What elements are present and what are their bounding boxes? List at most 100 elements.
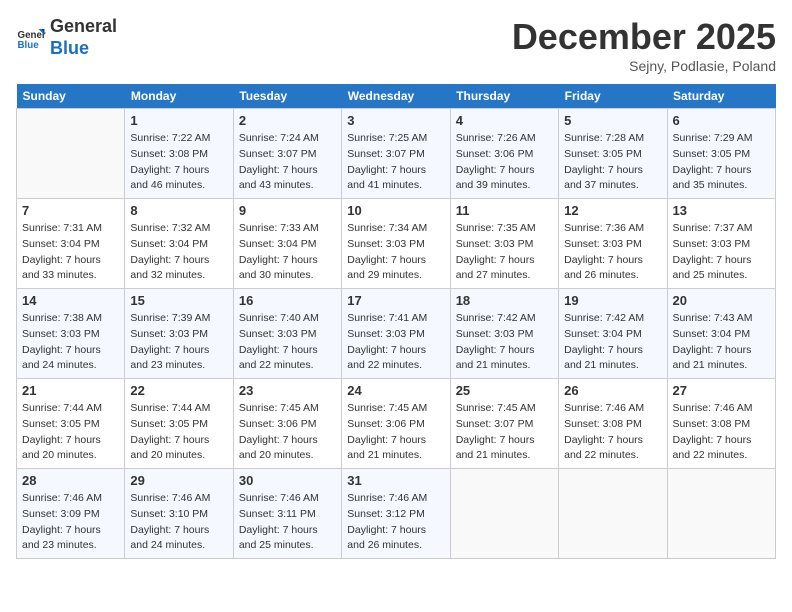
- header-cell-thursday: Thursday: [450, 84, 558, 109]
- calendar-cell: 19Sunrise: 7:42 AMSunset: 3:04 PMDayligh…: [559, 289, 667, 379]
- day-number: 3: [347, 113, 444, 128]
- header-cell-friday: Friday: [559, 84, 667, 109]
- day-info: Sunrise: 7:44 AMSunset: 3:05 PMDaylight:…: [22, 401, 119, 464]
- day-number: 2: [239, 113, 336, 128]
- day-number: 18: [456, 293, 553, 308]
- logo-text: General Blue: [50, 16, 117, 59]
- calendar-cell: 27Sunrise: 7:46 AMSunset: 3:08 PMDayligh…: [667, 379, 775, 469]
- day-info: Sunrise: 7:31 AMSunset: 3:04 PMDaylight:…: [22, 221, 119, 284]
- header-cell-wednesday: Wednesday: [342, 84, 450, 109]
- calendar-cell: 12 Sunrise: 7:36 AMSunset: 3:03 PMDayligh…: [559, 199, 667, 289]
- day-info: Sunrise: 7:46 AMSunset: 3:10 PMDaylight:…: [130, 491, 227, 554]
- day-number: 12: [564, 203, 661, 218]
- calendar-cell: 28 Sunrise: 7:46 AMSunset: 3:09 PMDayligh…: [17, 469, 125, 559]
- header-cell-monday: Monday: [125, 84, 233, 109]
- day-number: 14: [22, 293, 119, 308]
- day-info: Sunrise: 7:34 AMSunset: 3:03 PMDaylight:…: [347, 221, 444, 284]
- calendar-cell: 18 Sunrise: 7:42 AMSunset: 3:03 PMDayligh…: [450, 289, 558, 379]
- calendar-cell: 16Sunrise: 7:40 AMSunset: 3:03 PMDayligh…: [233, 289, 341, 379]
- day-info: Sunrise: 7:46 AMSunset: 3:09 PMDaylight:…: [22, 491, 119, 554]
- day-number: 26: [564, 383, 661, 398]
- day-number: 31: [347, 473, 444, 488]
- day-info: Sunrise: 7:22 AMSunset: 3:08 PMDaylight:…: [130, 131, 227, 194]
- calendar-cell: 20 Sunrise: 7:43 AMSunset: 3:04 PMDayligh…: [667, 289, 775, 379]
- day-info: Sunrise: 7:33 AMSunset: 3:04 PMDaylight:…: [239, 221, 336, 284]
- calendar-cell: 6 Sunrise: 7:29 AMSunset: 3:05 PMDaylight…: [667, 109, 775, 199]
- calendar-table: SundayMondayTuesdayWednesdayThursdayFrid…: [16, 84, 776, 559]
- day-info: Sunrise: 7:42 AMSunset: 3:04 PMDaylight:…: [564, 311, 661, 374]
- day-info: Sunrise: 7:43 AMSunset: 3:04 PMDaylight:…: [673, 311, 770, 374]
- day-info: Sunrise: 7:42 AMSunset: 3:03 PMDaylight:…: [456, 311, 553, 374]
- header-cell-sunday: Sunday: [17, 84, 125, 109]
- day-number: 4: [456, 113, 553, 128]
- day-number: 27: [673, 383, 770, 398]
- calendar-cell: 4 Sunrise: 7:26 AMSunset: 3:06 PMDaylight…: [450, 109, 558, 199]
- calendar-cell: 24Sunrise: 7:45 AMSunset: 3:06 PMDayligh…: [342, 379, 450, 469]
- day-number: 11: [456, 203, 553, 218]
- calendar-cell: 29 Sunrise: 7:46 AMSunset: 3:10 PMDayligh…: [125, 469, 233, 559]
- day-info: Sunrise: 7:40 AMSunset: 3:03 PMDaylight:…: [239, 311, 336, 374]
- calendar-cell: 10Sunrise: 7:34 AMSunset: 3:03 PMDayligh…: [342, 199, 450, 289]
- calendar-cell: 25Sunrise: 7:45 AMSunset: 3:07 PMDayligh…: [450, 379, 558, 469]
- calendar-cell: 17 Sunrise: 7:41 AMSunset: 3:03 PMDayligh…: [342, 289, 450, 379]
- calendar-cell: 21 Sunrise: 7:44 AMSunset: 3:05 PMDayligh…: [17, 379, 125, 469]
- day-number: 22: [130, 383, 227, 398]
- day-info: Sunrise: 7:37 AMSunset: 3:03 PMDaylight:…: [673, 221, 770, 284]
- header-cell-saturday: Saturday: [667, 84, 775, 109]
- calendar-header-row: SundayMondayTuesdayWednesdayThursdayFrid…: [17, 84, 776, 109]
- day-number: 28: [22, 473, 119, 488]
- day-number: 30: [239, 473, 336, 488]
- day-number: 29: [130, 473, 227, 488]
- calendar-cell: 2Sunrise: 7:24 AMSunset: 3:07 PMDaylight…: [233, 109, 341, 199]
- calendar-cell: 9 Sunrise: 7:33 AMSunset: 3:04 PMDaylight…: [233, 199, 341, 289]
- title-block: December 2025 Sejny, Podlasie, Poland: [512, 16, 776, 74]
- day-info: Sunrise: 7:44 AMSunset: 3:05 PMDaylight:…: [130, 401, 227, 464]
- calendar-week-row: 7 Sunrise: 7:31 AMSunset: 3:04 PMDaylight…: [17, 199, 776, 289]
- calendar-cell: 1 Sunrise: 7:22 AMSunset: 3:08 PMDaylight…: [125, 109, 233, 199]
- day-info: Sunrise: 7:32 AMSunset: 3:04 PMDaylight:…: [130, 221, 227, 284]
- calendar-cell: [450, 469, 558, 559]
- calendar-cell: 14Sunrise: 7:38 AMSunset: 3:03 PMDayligh…: [17, 289, 125, 379]
- day-info: Sunrise: 7:41 AMSunset: 3:03 PMDaylight:…: [347, 311, 444, 374]
- logo-icon: General Blue: [16, 23, 46, 53]
- calendar-cell: 8 Sunrise: 7:32 AMSunset: 3:04 PMDaylight…: [125, 199, 233, 289]
- day-number: 5: [564, 113, 661, 128]
- day-number: 13: [673, 203, 770, 218]
- svg-text:Blue: Blue: [18, 39, 40, 50]
- day-info: Sunrise: 7:46 AMSunset: 3:08 PMDaylight:…: [564, 401, 661, 464]
- calendar-week-row: 1 Sunrise: 7:22 AMSunset: 3:08 PMDaylight…: [17, 109, 776, 199]
- day-info: Sunrise: 7:26 AMSunset: 3:06 PMDaylight:…: [456, 131, 553, 194]
- day-info: Sunrise: 7:45 AMSunset: 3:06 PMDaylight:…: [239, 401, 336, 464]
- day-number: 1: [130, 113, 227, 128]
- calendar-cell: 22 Sunrise: 7:44 AMSunset: 3:05 PMDayligh…: [125, 379, 233, 469]
- calendar-cell: 11Sunrise: 7:35 AMSunset: 3:03 PMDayligh…: [450, 199, 558, 289]
- day-info: Sunrise: 7:28 AMSunset: 3:05 PMDaylight:…: [564, 131, 661, 194]
- day-info: Sunrise: 7:29 AMSunset: 3:05 PMDaylight:…: [673, 131, 770, 194]
- calendar-cell: 15Sunrise: 7:39 AMSunset: 3:03 PMDayligh…: [125, 289, 233, 379]
- month-title: December 2025: [512, 16, 776, 58]
- day-info: Sunrise: 7:36 AMSunset: 3:03 PMDaylight:…: [564, 221, 661, 284]
- header-cell-tuesday: Tuesday: [233, 84, 341, 109]
- day-number: 8: [130, 203, 227, 218]
- calendar-week-row: 28 Sunrise: 7:46 AMSunset: 3:09 PMDayligh…: [17, 469, 776, 559]
- day-info: Sunrise: 7:45 AMSunset: 3:06 PMDaylight:…: [347, 401, 444, 464]
- calendar-cell: [559, 469, 667, 559]
- calendar-cell: 31 Sunrise: 7:46 AMSunset: 3:12 PMDayligh…: [342, 469, 450, 559]
- day-number: 21: [22, 383, 119, 398]
- calendar-cell: 7 Sunrise: 7:31 AMSunset: 3:04 PMDaylight…: [17, 199, 125, 289]
- calendar-cell: 30Sunrise: 7:46 AMSunset: 3:11 PMDayligh…: [233, 469, 341, 559]
- logo: General Blue General Blue: [16, 16, 117, 59]
- day-info: Sunrise: 7:45 AMSunset: 3:07 PMDaylight:…: [456, 401, 553, 464]
- day-number: 6: [673, 113, 770, 128]
- day-number: 9: [239, 203, 336, 218]
- calendar-week-row: 14Sunrise: 7:38 AMSunset: 3:03 PMDayligh…: [17, 289, 776, 379]
- calendar-cell: 23 Sunrise: 7:45 AMSunset: 3:06 PMDayligh…: [233, 379, 341, 469]
- day-number: 20: [673, 293, 770, 308]
- day-number: 15: [130, 293, 227, 308]
- day-number: 23: [239, 383, 336, 398]
- day-number: 7: [22, 203, 119, 218]
- calendar-cell: 13 Sunrise: 7:37 AMSunset: 3:03 PMDayligh…: [667, 199, 775, 289]
- day-info: Sunrise: 7:46 AMSunset: 3:12 PMDaylight:…: [347, 491, 444, 554]
- day-number: 17: [347, 293, 444, 308]
- calendar-cell: [667, 469, 775, 559]
